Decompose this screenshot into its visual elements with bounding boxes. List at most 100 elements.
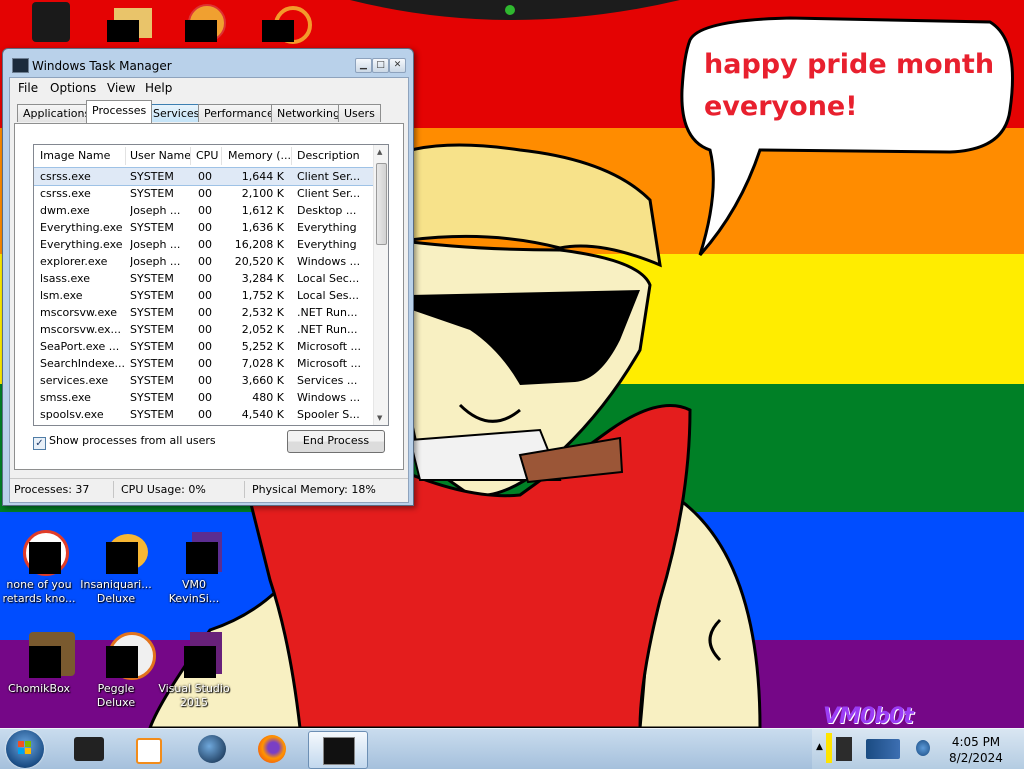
cell-description: Microsoft ... (297, 357, 362, 370)
title-bar[interactable]: Windows Task Manager ▁ □ ✕ (3, 49, 413, 77)
cell-description: Everything (297, 238, 357, 251)
minimize-button[interactable]: ▁ (355, 58, 372, 73)
desktop-icon-4[interactable]: ChomikBox (1, 632, 77, 696)
taskbar-firefox[interactable] (246, 731, 298, 767)
cell-memory: 5,252 K (241, 340, 284, 353)
cell-description: Microsoft ... (297, 340, 362, 353)
cell-user-name: SYSTEM (130, 408, 174, 421)
process-list-header: Image Name User Name CPU Memory (... Des… (34, 145, 374, 168)
taskbar-media-player[interactable] (122, 731, 174, 767)
show-all-users-checkbox[interactable]: ✓ Show processes from all users (33, 434, 216, 450)
cell-image-name: Everything.exe (40, 238, 123, 251)
cell-user-name: SYSTEM (130, 391, 174, 404)
column-memory[interactable]: Memory (... (228, 149, 291, 162)
task-manager-app-icon (12, 58, 29, 73)
show-hidden-icons-icon[interactable]: ▲ (816, 742, 823, 752)
process-row[interactable]: dwm.exe Joseph ... 00 1,612 K Desktop ... (34, 202, 374, 219)
windows-logo-icon (18, 741, 31, 754)
cell-cpu: 00 (198, 357, 212, 370)
minimize-icon: ▁ (360, 60, 367, 70)
tab-processes[interactable]: Processes (86, 100, 153, 123)
cell-user-name: SYSTEM (130, 374, 174, 387)
volume-icon[interactable] (916, 740, 930, 756)
process-row[interactable]: lsm.exe SYSTEM 00 1,752 K Local Ses... (34, 287, 374, 304)
cell-description: Local Ses... (297, 289, 359, 302)
tab-strip: Applications Processes Services Performa… (10, 99, 408, 125)
menu-options[interactable]: Options (50, 81, 96, 95)
column-user-name[interactable]: User Name (130, 149, 191, 162)
file-manager-icon (74, 737, 104, 761)
menu-view[interactable]: View (107, 81, 135, 95)
process-row[interactable]: SearchIndexe... SYSTEM 00 7,028 K Microsoft … (34, 355, 374, 372)
taskbar-file-manager[interactable] (62, 731, 114, 767)
desktop-icon-recycle-bin[interactable] (0, 0, 76, 44)
browser-icon (170, 0, 226, 42)
cell-user-name: SYSTEM (130, 306, 174, 319)
process-row[interactable]: Everything.exe SYSTEM 00 1,636 K Everything (34, 219, 374, 236)
column-image-name[interactable]: Image Name (40, 149, 110, 162)
process-row[interactable]: smss.exe SYSTEM 00 480 K Windows ... (34, 389, 374, 406)
bubble-line-1: happy pride month (704, 49, 995, 80)
start-button[interactable] (6, 730, 44, 768)
tab-services[interactable]: Services (147, 104, 206, 122)
desktop-icon-1[interactable]: none of you retards kno... (1, 528, 77, 606)
process-row[interactable]: lsass.exe SYSTEM 00 3,284 K Local Sec... (34, 270, 374, 287)
scrollbar-thumb[interactable] (376, 163, 387, 245)
tab-applications[interactable]: Applications (17, 104, 97, 122)
desktop-icon-6[interactable]: Visual Studio 2015 (156, 632, 232, 710)
cell-description: Client Ser... (297, 187, 361, 200)
cell-description: Local Sec... (297, 272, 360, 285)
process-list[interactable]: Image Name User Name CPU Memory (... Des… (33, 144, 389, 426)
process-row[interactable]: explorer.exe Joseph ... 00 20,520 K Windows … (34, 253, 374, 270)
purple-app-icon (170, 528, 222, 576)
cell-description: Client Ser... (297, 170, 361, 183)
scroll-up-icon[interactable]: ▲ (377, 148, 382, 156)
scroll-down-icon[interactable]: ▼ (377, 414, 382, 422)
process-row[interactable]: mscorsvw.exe SYSTEM 00 2,532 K .NET Run... (34, 304, 374, 321)
process-row[interactable]: csrss.exe SYSTEM 00 1,644 K Client Ser... (34, 167, 375, 186)
cell-user-name: SYSTEM (130, 289, 174, 302)
cell-description: Desktop ... (297, 204, 357, 217)
maximize-button[interactable]: □ (372, 58, 389, 73)
network-icon[interactable] (866, 739, 900, 759)
cell-memory: 3,284 K (241, 272, 284, 285)
desktop-icon-5[interactable]: Peggle Deluxe (78, 632, 156, 710)
end-process-button[interactable]: End Process (287, 430, 385, 453)
column-cpu[interactable]: CPU (196, 149, 218, 162)
close-button[interactable]: ✕ (389, 58, 406, 73)
cell-image-name: SeaPort.exe ... (40, 340, 120, 353)
tab-networking[interactable]: Networking (271, 104, 346, 122)
recycle-bin-icon (14, 0, 70, 42)
tab-users[interactable]: Users (338, 104, 381, 122)
cell-cpu: 00 (198, 374, 212, 387)
close-icon: ✕ (393, 60, 402, 70)
desktop-icon-top-2[interactable] (76, 0, 152, 44)
vertical-scrollbar[interactable]: ▲ ▼ (373, 145, 388, 425)
taskbar-globe[interactable] (186, 731, 238, 767)
checkbox-icon[interactable]: ✓ (33, 437, 46, 450)
tab-performance[interactable]: Performance (198, 104, 280, 122)
cell-memory: 1,644 K (241, 170, 284, 183)
tray-app-icon[interactable] (836, 737, 852, 761)
desktop-icon-top-3[interactable] (156, 0, 232, 44)
column-separator (190, 147, 191, 165)
process-row[interactable]: mscorsvw.ex... SYSTEM 00 2,052 K .NET Run... (34, 321, 374, 338)
process-row[interactable]: Everything.exe Joseph ... 00 16,208 K Everyt… (34, 236, 374, 253)
desktop-icon-2[interactable]: Insaniquari... Deluxe (78, 528, 154, 606)
taskbar-task-manager[interactable] (308, 731, 368, 769)
process-row[interactable]: services.exe SYSTEM 00 3,660 K Services ... (34, 372, 374, 389)
menu-help[interactable]: Help (145, 81, 172, 95)
process-row[interactable]: csrss.exe SYSTEM 00 2,100 K Client Ser... (34, 185, 374, 202)
clock[interactable]: 4:05 PM 8/2/2024 (945, 734, 1007, 766)
task-manager-window[interactable]: Windows Task Manager ▁ □ ✕ File Options … (2, 48, 414, 506)
cell-image-name: csrss.exe (40, 170, 91, 183)
column-description[interactable]: Description (297, 149, 360, 162)
menu-file[interactable]: File (18, 81, 38, 95)
process-row[interactable]: SeaPort.exe ... SYSTEM 00 5,252 K Microsoft … (34, 338, 374, 355)
desktop-icon-3[interactable]: VM0 KevinSi... (156, 528, 232, 606)
cell-description: Windows ... (297, 255, 361, 268)
column-separator (125, 147, 126, 165)
desktop-icon-top-4[interactable] (236, 0, 312, 44)
process-row[interactable]: spoolsv.exe SYSTEM 00 4,540 K Spooler S... (34, 406, 374, 423)
tray-highlight-icon[interactable] (826, 733, 832, 763)
